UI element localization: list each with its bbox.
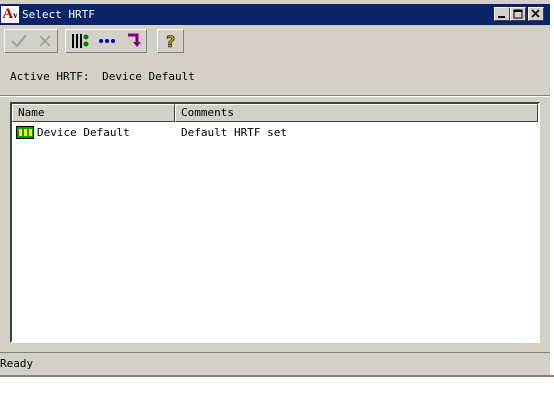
checkmark-icon	[10, 34, 27, 48]
help-button[interactable]: ?	[157, 29, 184, 53]
properties-icon	[71, 34, 88, 48]
active-hrtf-line: Active HRTF: Device Default	[10, 70, 195, 84]
active-hrtf-label: Active HRTF:	[10, 70, 90, 83]
cell-comment: Default HRTF set	[181, 126, 287, 139]
properties-button[interactable]	[67, 30, 92, 52]
hrtf-list[interactable]: Name Comments Device Default Default HRT…	[10, 102, 540, 343]
ok-button[interactable]	[6, 30, 31, 52]
hrtf-device-icon	[16, 126, 34, 139]
help-icon: ?	[165, 32, 175, 50]
ok-cancel-group	[4, 29, 58, 53]
close-icon	[531, 9, 540, 18]
list-header: Name Comments	[12, 104, 538, 122]
return-arrow-icon	[127, 33, 141, 47]
cell-name: Device Default	[37, 126, 130, 139]
minimize-button[interactable]	[494, 7, 510, 21]
toolbar: ?	[0, 26, 550, 58]
title-bar[interactable]: Av Select HRTF	[0, 4, 550, 25]
column-header-comments[interactable]: Comments	[175, 104, 538, 122]
help-button-face: ?	[158, 30, 183, 52]
divider	[0, 95, 550, 97]
cancel-button[interactable]	[32, 30, 57, 52]
maximize-button[interactable]	[510, 7, 526, 21]
close-button[interactable]	[528, 7, 544, 21]
x-icon	[38, 35, 51, 47]
window-bottom-edge	[0, 375, 554, 377]
app-icon[interactable]: Av	[1, 6, 19, 23]
return-button[interactable]	[121, 30, 146, 52]
svg-text:?: ?	[166, 32, 175, 50]
more-icon	[98, 39, 115, 43]
status-bar: Ready	[0, 352, 550, 374]
list-item[interactable]: Device Default Default HRTF set	[12, 124, 538, 142]
active-hrtf-value: Device Default	[102, 70, 195, 83]
column-header-name[interactable]: Name	[12, 104, 175, 122]
window-title: Select HRTF	[22, 8, 95, 21]
action-group	[65, 29, 147, 53]
more-button[interactable]	[94, 30, 119, 52]
minimize-icon	[498, 16, 505, 18]
maximize-icon	[513, 9, 523, 19]
status-text: Ready	[0, 357, 34, 370]
select-hrtf-window: Av Select HRTF ? Active HRTF: Device Def…	[0, 0, 550, 377]
